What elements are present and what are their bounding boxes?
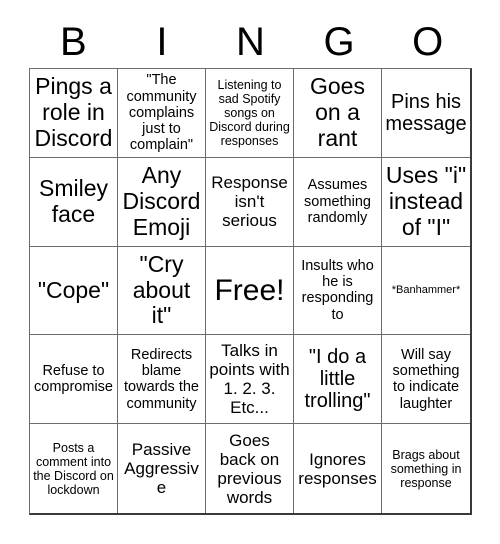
- bingo-cell-label: Insults who he is responding to: [301, 258, 374, 323]
- bingo-cell-label: Listening to sad Spotify songs on Discor…: [209, 77, 290, 148]
- bingo-cell-label: Response isn't serious: [211, 173, 288, 231]
- bingo-cell-label: "The community complains just to complai…: [126, 72, 197, 154]
- bingo-cell-free-space[interactable]: Free!: [206, 246, 294, 336]
- bingo-cell[interactable]: Passive Aggressive: [118, 424, 206, 513]
- bingo-cell-label: Refuse to compromise: [34, 363, 113, 396]
- bingo-cell[interactable]: Ignores responses: [294, 424, 382, 513]
- bingo-cell-label: Pins his message: [385, 90, 467, 135]
- bingo-card: B I N G O Pings a role in Discord "The co…: [0, 0, 500, 544]
- bingo-cell[interactable]: Will say something to indicate laughter: [382, 335, 470, 425]
- bingo-cell-label: Posts a comment into the Discord on lock…: [33, 440, 114, 497]
- bingo-cell-label: "Cope": [37, 276, 110, 303]
- bingo-cell[interactable]: Uses "i" instead of "I": [382, 157, 470, 247]
- bingo-cell[interactable]: Listening to sad Spotify songs on Discor…: [206, 69, 294, 158]
- bingo-cell[interactable]: Smiley face: [30, 157, 118, 247]
- bingo-cell-label: Free!: [214, 273, 285, 307]
- bingo-cell[interactable]: "The community complains just to complai…: [118, 69, 206, 158]
- bingo-cell[interactable]: "Cry about it": [118, 246, 206, 336]
- bingo-cell[interactable]: *Banhammer*: [382, 246, 470, 336]
- bingo-cell-label: Ignores responses: [298, 449, 377, 488]
- bingo-cell-label: *Banhammer*: [391, 284, 461, 297]
- bingo-cell-label: Uses "i" instead of "I": [385, 162, 467, 240]
- bingo-cell[interactable]: Assumes something randomly: [294, 157, 382, 247]
- bingo-header-letter-o: O: [412, 20, 444, 64]
- bingo-cell-label: "Cry about it": [132, 250, 191, 329]
- bingo-cell[interactable]: Posts a comment into the Discord on lock…: [30, 424, 118, 513]
- bingo-cell[interactable]: "Cope": [30, 246, 118, 336]
- bingo-cell[interactable]: Insults who he is responding to: [294, 246, 382, 336]
- bingo-cell[interactable]: Any Discord Emoji: [118, 157, 206, 247]
- bingo-cell[interactable]: Refuse to compromise: [30, 335, 118, 425]
- bingo-header-row: B I N G O: [29, 16, 472, 68]
- bingo-cell-label: Goes back on previous words: [217, 430, 282, 507]
- bingo-cell-label: Brags about something in response: [390, 447, 462, 490]
- bingo-cell[interactable]: Pings a role in Discord: [30, 69, 118, 158]
- bingo-header-letter-b: B: [59, 20, 87, 64]
- bingo-cell-label: Assumes something randomly: [304, 177, 371, 226]
- bingo-cell-label: Smiley face: [38, 174, 108, 227]
- bingo-cell-label: Any Discord Emoji: [122, 162, 201, 240]
- bingo-cell-label: Goes on a rant: [310, 73, 365, 151]
- bingo-cell-label: Talks in points with 1. 2. 3. Etc...: [209, 341, 290, 418]
- bingo-cell[interactable]: Goes on a rant: [294, 69, 382, 158]
- bingo-cell[interactable]: Redirects blame towards the community: [118, 335, 206, 425]
- bingo-cell[interactable]: Pins his message: [382, 69, 470, 158]
- bingo-cell[interactable]: Talks in points with 1. 2. 3. Etc...: [206, 335, 294, 425]
- bingo-cell[interactable]: Response isn't serious: [206, 157, 294, 247]
- bingo-cell[interactable]: Brags about something in response: [382, 424, 470, 513]
- bingo-cell-label: "I do a little trolling": [304, 345, 371, 413]
- bingo-header-letter-g: G: [323, 20, 355, 64]
- bingo-cell[interactable]: "I do a little trolling": [294, 335, 382, 425]
- bingo-header-letter-n: N: [236, 20, 265, 64]
- bingo-cell[interactable]: Goes back on previous words: [206, 424, 294, 513]
- bingo-grid: Pings a role in Discord "The community co…: [29, 68, 472, 515]
- bingo-cell-label: Pings a role in Discord: [34, 73, 113, 151]
- bingo-cell-label: Passive Aggressive: [124, 440, 199, 498]
- bingo-cell-label: Redirects blame towards the community: [124, 346, 199, 412]
- bingo-header-letter-i: I: [156, 20, 168, 64]
- bingo-cell-label: Will say something to indicate laughter: [392, 346, 460, 412]
